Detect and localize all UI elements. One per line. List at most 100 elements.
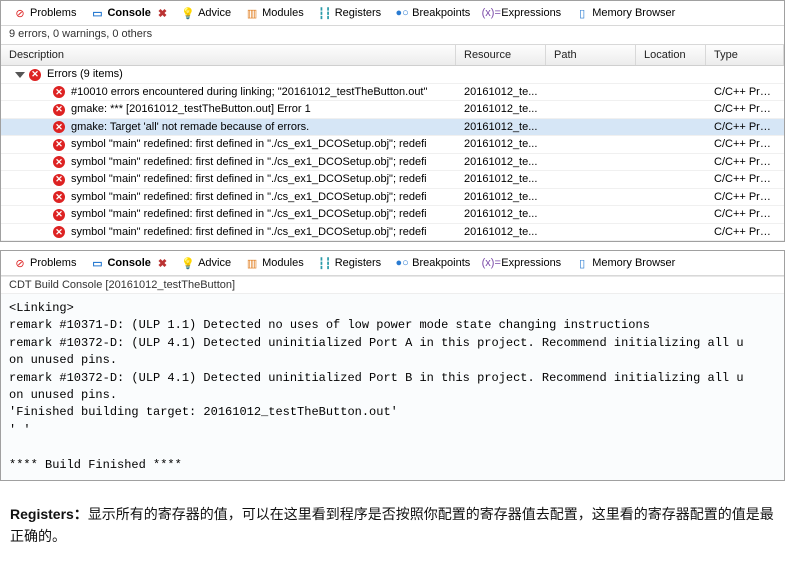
row-description-text: symbol "main" redefined: first defined i… <box>71 138 427 150</box>
cell-path <box>546 90 636 94</box>
table-row[interactable]: ✕symbol "main" redefined: first defined … <box>1 154 784 172</box>
tab-advice[interactable]: 💡Advice <box>175 254 237 272</box>
cell-location <box>636 142 706 146</box>
table-row[interactable]: ✕gmake: *** [20161012_testTheButton.out]… <box>1 101 784 119</box>
tab-console[interactable]: ▭Console ✖ <box>84 4 173 22</box>
tab-registers[interactable]: ┇┇Registers <box>312 4 387 22</box>
cell-description: ✕symbol "main" redefined: first defined … <box>1 206 456 223</box>
doc-paragraph: Registers：显示所有的寄存器的值，可以在这里看到程序是否按照你配置的寄存… <box>0 489 785 556</box>
row-description-text: symbol "main" redefined: first defined i… <box>71 226 427 238</box>
error-icon: ✕ <box>29 69 41 81</box>
tab-label: Advice <box>198 7 231 19</box>
errors-group-row[interactable]: ✕ Errors (9 items) <box>1 66 784 84</box>
cell-path <box>546 160 636 164</box>
cell-type: C/C++ Prob... <box>706 171 784 187</box>
tab-label: Console <box>107 7 150 19</box>
cell-path <box>546 195 636 199</box>
tab-console[interactable]: ▭Console ✖ <box>84 254 173 272</box>
error-icon: ✕ <box>53 121 65 133</box>
cell-location <box>636 125 706 129</box>
tab-label: Expressions <box>501 7 561 19</box>
memory-icon: ▯ <box>575 256 589 270</box>
console-icon: ▭ <box>90 256 104 270</box>
tab-close-icon[interactable]: ✖ <box>158 257 167 270</box>
row-description-text: symbol "main" redefined: first defined i… <box>71 208 427 220</box>
cell-description: ✕symbol "main" redefined: first defined … <box>1 224 456 241</box>
tab-label: Breakpoints <box>412 7 470 19</box>
modules-icon: ▥ <box>245 6 259 20</box>
tab-label: Registers <box>335 7 381 19</box>
problems-icon: ⊘ <box>13 256 27 270</box>
problems-panel: ⊘Problems▭Console✖💡Advice▥Modules┇┇Regis… <box>0 0 785 242</box>
cell-path <box>546 142 636 146</box>
cell-resource: 20161012_te... <box>456 206 546 222</box>
cell-location <box>636 90 706 94</box>
registers-icon: ┇┇ <box>318 256 332 270</box>
tab-label: Memory Browser <box>592 257 675 269</box>
tab-label: Modules <box>262 7 304 19</box>
tab-label: Registers <box>335 257 381 269</box>
cell-description: ✕gmake: *** [20161012_testTheButton.out]… <box>1 101 456 118</box>
cell-location <box>636 212 706 216</box>
error-icon: ✕ <box>53 174 65 186</box>
cell-type: C/C++ Prob... <box>706 136 784 152</box>
cell-resource: 20161012_te... <box>456 101 546 117</box>
errors-group-label: Errors (9 items) <box>47 68 123 80</box>
error-icon: ✕ <box>53 139 65 151</box>
console-header: CDT Build Console [20161012_testTheButto… <box>1 276 784 293</box>
tab-memory[interactable]: ▯Memory Browser <box>569 254 681 272</box>
col-location[interactable]: Location <box>636 45 706 65</box>
console-panel: ⊘Problems▭Console✖💡Advice▥Modules┇┇Regis… <box>0 250 785 481</box>
tab-breakpoints[interactable]: ●○Breakpoints <box>389 4 476 22</box>
table-row[interactable]: ✕symbol "main" redefined: first defined … <box>1 171 784 189</box>
cell-resource: 20161012_te... <box>456 189 546 205</box>
tab-problems[interactable]: ⊘Problems <box>7 254 82 272</box>
cell-resource: 20161012_te... <box>456 84 546 100</box>
row-description-text: #10010 errors encountered during linking… <box>71 86 427 98</box>
tab-modules[interactable]: ▥Modules <box>239 254 310 272</box>
tab-breakpoints[interactable]: ●○Breakpoints <box>389 254 476 272</box>
error-icon: ✕ <box>53 191 65 203</box>
cell-location <box>636 177 706 181</box>
table-row[interactable]: ✕symbol "main" redefined: first defined … <box>1 189 784 207</box>
error-icon: ✕ <box>53 86 65 98</box>
tab-label: Breakpoints <box>412 257 470 269</box>
tab-label: Console <box>107 257 150 269</box>
cell-type: C/C++ Prob... <box>706 224 784 240</box>
expressions-icon: (x)= <box>484 6 498 20</box>
cell-description: ✕gmake: Target 'all' not remade because … <box>1 119 456 136</box>
chevron-down-icon[interactable] <box>15 72 25 78</box>
tab-expressions[interactable]: (x)=Expressions <box>478 254 567 272</box>
tab-expressions[interactable]: (x)=Expressions <box>478 4 567 22</box>
tab-advice[interactable]: 💡Advice <box>175 4 237 22</box>
console-icon: ▭ <box>90 6 104 20</box>
tab-problems[interactable]: ⊘Problems <box>7 4 82 22</box>
table-row[interactable]: ✕gmake: Target 'all' not remade because … <box>1 119 784 137</box>
cell-description: ✕symbol "main" redefined: first defined … <box>1 171 456 188</box>
console-output[interactable]: <Linking> remark #10371-D: (ULP 1.1) Det… <box>1 293 784 480</box>
col-resource[interactable]: Resource <box>456 45 546 65</box>
col-path[interactable]: Path <box>546 45 636 65</box>
problems-icon: ⊘ <box>13 6 27 20</box>
table-row[interactable]: ✕symbol "main" redefined: first defined … <box>1 206 784 224</box>
table-row[interactable]: ✕ symbol "main" redefined: first defined … <box>1 136 784 154</box>
tab-registers[interactable]: ┇┇Registers <box>312 254 387 272</box>
tab-memory[interactable]: ▯Memory Browser <box>569 4 681 22</box>
cell-resource: 20161012_te... <box>456 119 546 135</box>
table-row[interactable]: ✕ #10010 errors encountered during linkin… <box>1 84 784 102</box>
tab-close-icon[interactable]: ✖ <box>158 7 167 20</box>
col-description[interactable]: Description <box>1 45 456 65</box>
problems-grid: Description Resource Path Location Type … <box>1 44 784 241</box>
table-row[interactable]: ✕symbol "main" redefined: first defined … <box>1 224 784 242</box>
cell-type: C/C++ Prob... <box>706 101 784 117</box>
cell-type: C/C++ Prob... <box>706 206 784 222</box>
col-type[interactable]: Type <box>706 45 784 65</box>
tab-label: Advice <box>198 257 231 269</box>
cell-description: ✕ symbol "main" redefined: first defined … <box>1 136 456 153</box>
error-icon: ✕ <box>53 104 65 116</box>
problems-header-row: Description Resource Path Location Type <box>1 44 784 66</box>
tab-modules[interactable]: ▥Modules <box>239 4 310 22</box>
cell-path <box>546 230 636 234</box>
doc-label: Registers： <box>10 506 88 522</box>
cell-description: ✕ #10010 errors encountered during linkin… <box>1 84 456 101</box>
